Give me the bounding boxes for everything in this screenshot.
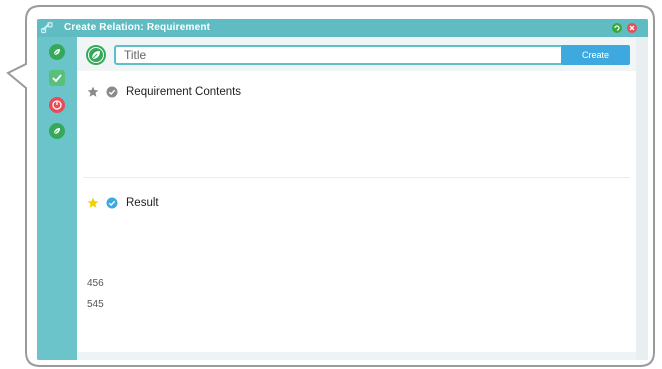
scrollbar-track[interactable] [636,37,648,360]
check-circle-icon[interactable] [106,197,118,209]
refresh-button[interactable] [612,23,622,33]
title-input[interactable] [114,45,564,65]
power-icon [52,100,62,110]
result-value: 545 [87,299,104,310]
close-icon [629,25,635,31]
sidebar [37,37,77,360]
window-title: Create Relation: Requirement [64,22,211,33]
type-leaf-icon[interactable] [86,45,106,65]
sidebar-leaf-icon-2[interactable] [49,123,65,139]
create-button[interactable]: Create [561,45,630,65]
title-bar: Create Relation: Requirement [37,19,648,37]
title-row: Create [77,37,636,71]
leaf-icon [88,47,104,63]
leaf-icon [53,49,60,56]
link-icon [41,22,53,34]
section-label: Result [126,197,159,209]
result-value: 456 [87,278,104,289]
check-circle-icon[interactable] [106,86,118,98]
main-panel: Create Requirement Contents [77,37,636,360]
section-label: Requirement Contents [126,86,242,98]
sidebar-power-icon[interactable] [49,97,65,113]
refresh-icon [614,25,620,31]
close-button[interactable] [627,23,637,33]
star-icon[interactable] [87,86,99,98]
section-divider [83,177,630,178]
star-icon[interactable] [87,197,99,209]
sidebar-shield-icon[interactable] [49,70,65,86]
relation-window: Create Relation: Requirement Title Creat… [37,19,648,360]
bottom-strip [77,352,636,360]
sidebar-leaf-icon[interactable] [49,44,65,60]
shield-check-icon [52,74,62,83]
stage: Create Relation: Requirement Title Creat… [0,0,662,369]
leaf-icon [53,128,60,135]
